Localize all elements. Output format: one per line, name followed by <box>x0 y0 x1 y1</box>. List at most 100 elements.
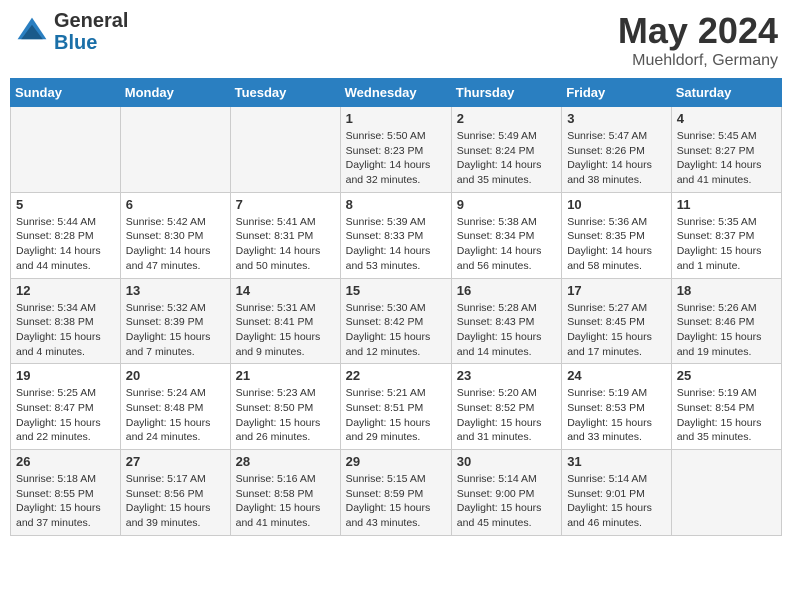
calendar-week-row: 1Sunrise: 5:50 AM Sunset: 8:23 PM Daylig… <box>11 107 782 193</box>
calendar-cell: 6Sunrise: 5:42 AM Sunset: 8:30 PM Daylig… <box>120 192 230 278</box>
calendar-location: Muehldorf, Germany <box>618 52 778 70</box>
weekday-header-row: SundayMondayTuesdayWednesdayThursdayFrid… <box>11 79 782 107</box>
calendar-week-row: 26 Sunrise: 5:18 AM Sunset: 8:55 PM Dayli… <box>11 450 782 536</box>
calendar-cell: 24 Sunrise: 5:19 AM Sunset: 8:53 PM Dayli… <box>562 364 672 450</box>
calendar-week-row: 19 Sunrise: 5:25 AM Sunset: 8:47 PM Dayli… <box>11 364 782 450</box>
calendar-cell <box>120 107 230 193</box>
calendar-cell: 28 Sunrise: 5:16 AM Sunset: 8:58 PM Dayli… <box>230 450 340 536</box>
day-number: 25 <box>677 368 776 383</box>
calendar-cell: 30 Sunrise: 5:14 AM Sunset: 9:00 PM Dayli… <box>451 450 561 536</box>
day-info: Sunrise: 5:45 AM Sunset: 8:27 PM Dayligh… <box>677 129 776 188</box>
day-info: Sunrise: 5:36 AM Sunset: 8:35 PM Dayligh… <box>567 215 666 274</box>
day-number: 2 <box>457 111 556 126</box>
calendar-cell: 17 Sunrise: 5:27 AM Sunset: 8:45 PM Dayli… <box>562 278 672 364</box>
weekday-header-tuesday: Tuesday <box>230 79 340 107</box>
day-info: Sunrise: 5:49 AM Sunset: 8:24 PM Dayligh… <box>457 129 556 188</box>
calendar-cell: 7 Sunrise: 5:41 AM Sunset: 8:31 PM Daylig… <box>230 192 340 278</box>
calendar-week-row: 5Sunrise: 5:44 AM Sunset: 8:28 PM Daylig… <box>11 192 782 278</box>
day-number: 20 <box>126 368 225 383</box>
logo: General Blue <box>14 10 128 54</box>
day-number: 28 <box>236 454 335 469</box>
day-number: 3 <box>567 111 666 126</box>
day-info: Sunrise: 5:30 AM Sunset: 8:42 PM Dayligh… <box>346 301 446 360</box>
page-header: General Blue May 2024 Muehldorf, Germany <box>10 10 782 70</box>
calendar-cell: 20 Sunrise: 5:24 AM Sunset: 8:48 PM Dayli… <box>120 364 230 450</box>
day-info: Sunrise: 5:19 AM Sunset: 8:53 PM Dayligh… <box>567 386 666 445</box>
day-number: 17 <box>567 283 666 298</box>
day-number: 21 <box>236 368 335 383</box>
calendar-cell: 26 Sunrise: 5:18 AM Sunset: 8:55 PM Dayli… <box>11 450 121 536</box>
day-info: Sunrise: 5:18 AM Sunset: 8:55 PM Dayligh… <box>16 472 115 531</box>
day-info: Sunrise: 5:25 AM Sunset: 8:47 PM Dayligh… <box>16 386 115 445</box>
day-info: Sunrise: 5:28 AM Sunset: 8:43 PM Dayligh… <box>457 301 556 360</box>
day-info: Sunrise: 5:50 AM Sunset: 8:23 PM Dayligh… <box>346 129 446 188</box>
day-number: 14 <box>236 283 335 298</box>
logo-blue: Blue <box>54 32 128 54</box>
day-number: 27 <box>126 454 225 469</box>
day-number: 31 <box>567 454 666 469</box>
calendar-cell: 15 Sunrise: 5:30 AM Sunset: 8:42 PM Dayli… <box>340 278 451 364</box>
calendar-cell: 1Sunrise: 5:50 AM Sunset: 8:23 PM Daylig… <box>340 107 451 193</box>
calendar-cell: 12Sunrise: 5:34 AM Sunset: 8:38 PM Dayli… <box>11 278 121 364</box>
calendar-cell: 23 Sunrise: 5:20 AM Sunset: 8:52 PM Dayli… <box>451 364 561 450</box>
calendar-cell: 13 Sunrise: 5:32 AM Sunset: 8:39 PM Dayli… <box>120 278 230 364</box>
day-number: 12 <box>16 283 115 298</box>
day-number: 30 <box>457 454 556 469</box>
day-info: Sunrise: 5:41 AM Sunset: 8:31 PM Dayligh… <box>236 215 335 274</box>
calendar-cell: 8Sunrise: 5:39 AM Sunset: 8:33 PM Daylig… <box>340 192 451 278</box>
day-info: Sunrise: 5:14 AM Sunset: 9:01 PM Dayligh… <box>567 472 666 531</box>
calendar-cell <box>671 450 781 536</box>
day-number: 18 <box>677 283 776 298</box>
day-info: Sunrise: 5:47 AM Sunset: 8:26 PM Dayligh… <box>567 129 666 188</box>
day-info: Sunrise: 5:38 AM Sunset: 8:34 PM Dayligh… <box>457 215 556 274</box>
day-number: 5 <box>16 197 115 212</box>
calendar-cell: 5Sunrise: 5:44 AM Sunset: 8:28 PM Daylig… <box>11 192 121 278</box>
weekday-header-thursday: Thursday <box>451 79 561 107</box>
calendar-cell: 11Sunrise: 5:35 AM Sunset: 8:37 PM Dayli… <box>671 192 781 278</box>
day-info: Sunrise: 5:35 AM Sunset: 8:37 PM Dayligh… <box>677 215 776 274</box>
calendar-cell <box>11 107 121 193</box>
logo-general: General <box>54 10 128 32</box>
day-info: Sunrise: 5:17 AM Sunset: 8:56 PM Dayligh… <box>126 472 225 531</box>
day-number: 24 <box>567 368 666 383</box>
calendar-table: SundayMondayTuesdayWednesdayThursdayFrid… <box>10 78 782 536</box>
day-info: Sunrise: 5:24 AM Sunset: 8:48 PM Dayligh… <box>126 386 225 445</box>
day-number: 13 <box>126 283 225 298</box>
day-info: Sunrise: 5:21 AM Sunset: 8:51 PM Dayligh… <box>346 386 446 445</box>
day-info: Sunrise: 5:19 AM Sunset: 8:54 PM Dayligh… <box>677 386 776 445</box>
weekday-header-saturday: Saturday <box>671 79 781 107</box>
calendar-cell: 4 Sunrise: 5:45 AM Sunset: 8:27 PM Daylig… <box>671 107 781 193</box>
day-info: Sunrise: 5:14 AM Sunset: 9:00 PM Dayligh… <box>457 472 556 531</box>
day-number: 16 <box>457 283 556 298</box>
calendar-cell: 22Sunrise: 5:21 AM Sunset: 8:51 PM Dayli… <box>340 364 451 450</box>
calendar-cell: 14Sunrise: 5:31 AM Sunset: 8:41 PM Dayli… <box>230 278 340 364</box>
logo-icon <box>14 14 50 50</box>
day-info: Sunrise: 5:16 AM Sunset: 8:58 PM Dayligh… <box>236 472 335 531</box>
day-info: Sunrise: 5:42 AM Sunset: 8:30 PM Dayligh… <box>126 215 225 274</box>
day-number: 4 <box>677 111 776 126</box>
calendar-cell: 18 Sunrise: 5:26 AM Sunset: 8:46 PM Dayli… <box>671 278 781 364</box>
day-info: Sunrise: 5:20 AM Sunset: 8:52 PM Dayligh… <box>457 386 556 445</box>
calendar-cell: 2 Sunrise: 5:49 AM Sunset: 8:24 PM Daylig… <box>451 107 561 193</box>
calendar-cell: 19 Sunrise: 5:25 AM Sunset: 8:47 PM Dayli… <box>11 364 121 450</box>
day-number: 19 <box>16 368 115 383</box>
title-block: May 2024 Muehldorf, Germany <box>618 10 778 70</box>
day-number: 15 <box>346 283 446 298</box>
calendar-cell: 21Sunrise: 5:23 AM Sunset: 8:50 PM Dayli… <box>230 364 340 450</box>
day-info: Sunrise: 5:26 AM Sunset: 8:46 PM Dayligh… <box>677 301 776 360</box>
day-number: 10 <box>567 197 666 212</box>
day-info: Sunrise: 5:32 AM Sunset: 8:39 PM Dayligh… <box>126 301 225 360</box>
day-info: Sunrise: 5:15 AM Sunset: 8:59 PM Dayligh… <box>346 472 446 531</box>
calendar-week-row: 12Sunrise: 5:34 AM Sunset: 8:38 PM Dayli… <box>11 278 782 364</box>
logo-text: General Blue <box>54 10 128 54</box>
calendar-cell: 25 Sunrise: 5:19 AM Sunset: 8:54 PM Dayli… <box>671 364 781 450</box>
day-info: Sunrise: 5:27 AM Sunset: 8:45 PM Dayligh… <box>567 301 666 360</box>
day-number: 26 <box>16 454 115 469</box>
weekday-header-friday: Friday <box>562 79 672 107</box>
day-number: 23 <box>457 368 556 383</box>
day-info: Sunrise: 5:39 AM Sunset: 8:33 PM Dayligh… <box>346 215 446 274</box>
weekday-header-sunday: Sunday <box>11 79 121 107</box>
calendar-cell: 31 Sunrise: 5:14 AM Sunset: 9:01 PM Dayli… <box>562 450 672 536</box>
calendar-cell: 9Sunrise: 5:38 AM Sunset: 8:34 PM Daylig… <box>451 192 561 278</box>
day-number: 7 <box>236 197 335 212</box>
